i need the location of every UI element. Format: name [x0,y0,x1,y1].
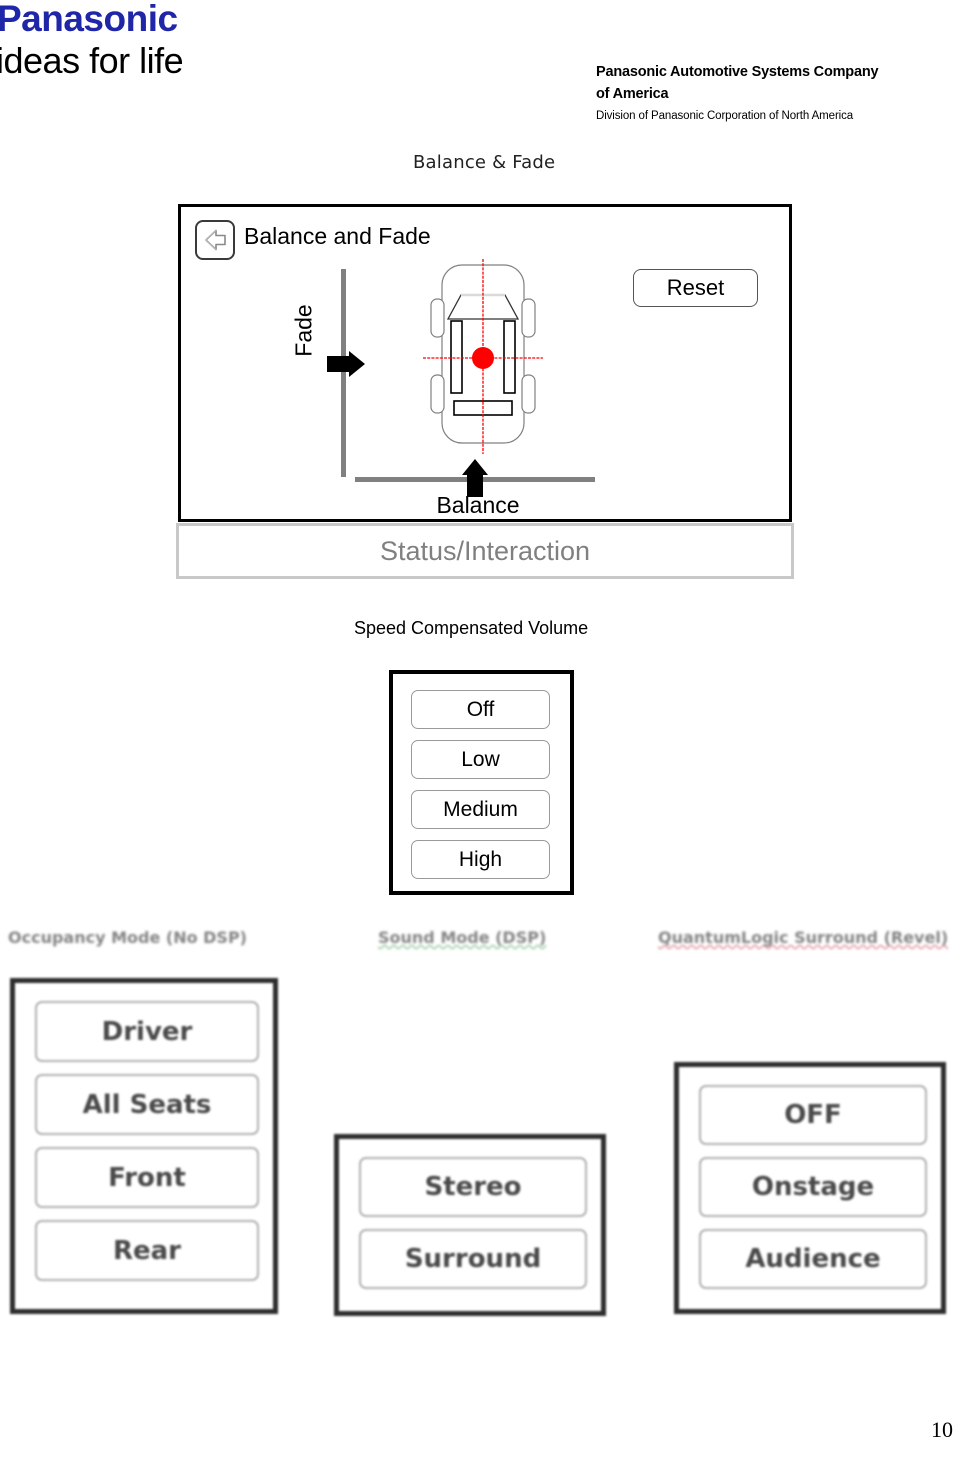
sound-mode-box: Stereo Surround [334,1134,606,1316]
back-arrow-icon[interactable] [195,220,235,260]
caption-occupancy-mode: Occupancy Mode (No DSP) [8,928,247,947]
caption-speed-compensated-volume: Speed Compensated Volume [354,618,589,638]
caption-balance-fade: Balance & Fade [413,152,556,173]
panasonic-brand-block: Panasonic ideas for life [0,0,420,81]
caption-sound-mode: Sound Mode (DSP) [378,928,547,947]
occupancy-option-driver[interactable]: Driver [35,1001,259,1062]
occupancy-mode-box: Driver All Seats Front Rear [10,978,278,1314]
company-name-line1: Panasonic Automotive Systems Company [596,64,879,80]
page-number: 10 [931,1417,953,1442]
speed-compensated-volume-box: Off Low Medium High [389,670,574,895]
balance-label: Balance [436,492,520,518]
fade-slider-handle[interactable] [327,351,365,377]
qls-option-onstage[interactable]: Onstage [699,1157,927,1217]
company-division-line: Division of Panasonic Corporation of Nor… [596,109,854,122]
occupancy-option-all-seats[interactable]: All Seats [35,1074,259,1135]
occupancy-option-rear[interactable]: Rear [35,1220,259,1281]
scv-option-medium[interactable]: Medium [411,790,550,829]
company-info-block: Panasonic Automotive Systems Company of … [596,62,966,124]
quantumlogic-surround-box: OFF Onstage Audience [674,1062,946,1314]
scv-option-off[interactable]: Off [411,690,550,729]
panel-title: Balance and Fade [244,223,431,249]
brand-name: Panasonic [0,0,178,39]
brand-tagline: ideas for life [0,40,184,81]
balance-fade-panel: Balance and Fade Reset Fade Balance [178,204,792,522]
sound-mode-option-surround[interactable]: Surround [359,1229,587,1289]
scv-option-low[interactable]: Low [411,740,550,779]
sound-mode-option-stereo[interactable]: Stereo [359,1157,587,1217]
scv-option-high[interactable]: High [411,840,550,879]
qls-option-audience[interactable]: Audience [699,1229,927,1289]
status-interaction-bar[interactable]: Status/Interaction [176,523,794,579]
fade-label: Fade [290,304,317,357]
qls-option-off[interactable]: OFF [699,1085,927,1145]
occupancy-option-front[interactable]: Front [35,1147,259,1208]
company-name-line2: of America [596,85,669,102]
car-top-view-icon[interactable] [423,259,543,454]
caption-quantumlogic-surround: QuantumLogic Surround (Revel) [658,928,949,947]
reset-button[interactable]: Reset [633,269,758,307]
